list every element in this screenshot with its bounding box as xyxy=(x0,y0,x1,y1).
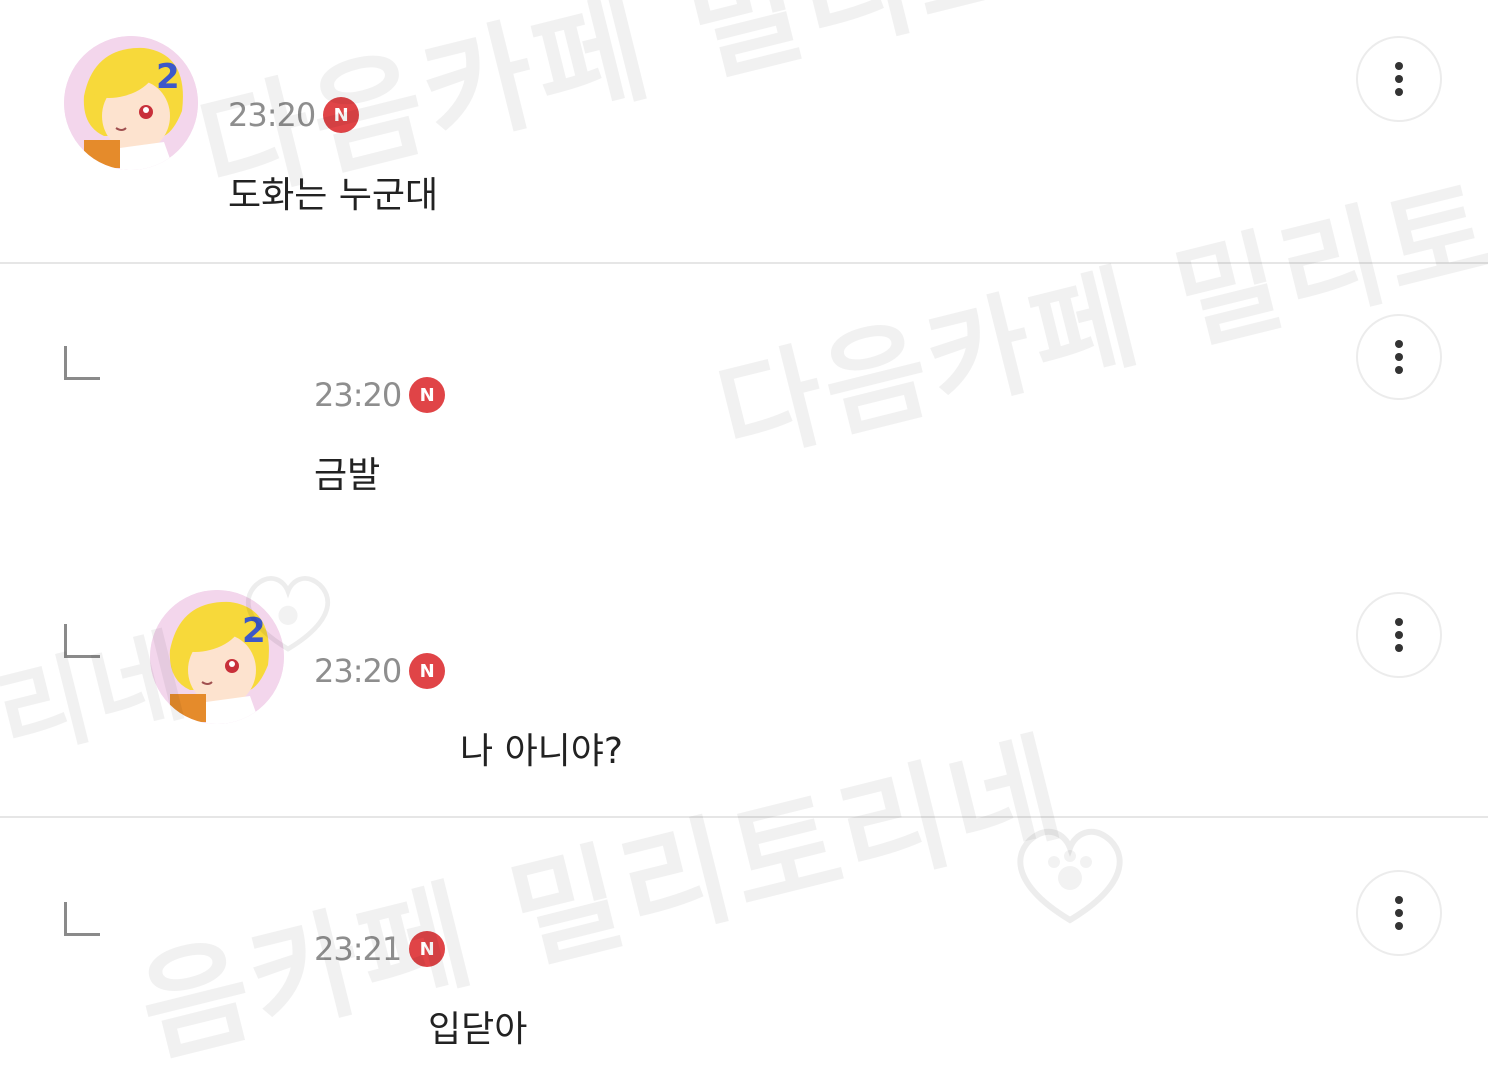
comment-time: 23:20 xyxy=(228,96,316,134)
comment-text: 나 아니야? xyxy=(460,731,624,772)
comment-meta: 23:20 N xyxy=(228,96,360,134)
new-badge-icon: N xyxy=(409,377,446,413)
more-options-button[interactable] xyxy=(1356,36,1442,122)
comment-meta: 23:20 N xyxy=(314,376,446,414)
comment-meta: 23:20 N xyxy=(314,652,446,690)
comment-time: 23:20 xyxy=(314,376,402,414)
comment-meta: 23:21 N xyxy=(314,930,446,968)
more-vertical-icon xyxy=(1395,618,1403,652)
more-vertical-icon xyxy=(1395,896,1403,930)
comment-text: 입닫아 xyxy=(428,1009,528,1050)
new-badge-icon: N xyxy=(409,931,446,967)
reply-corner-icon xyxy=(64,346,100,380)
comment-text: 금발 xyxy=(314,455,381,496)
new-badge-icon: N xyxy=(323,97,360,133)
more-vertical-icon xyxy=(1395,62,1403,96)
svg-text:2: 2 xyxy=(242,611,266,651)
svg-text:2: 2 xyxy=(156,57,180,97)
new-badge-icon: N xyxy=(409,653,446,689)
more-options-button[interactable] xyxy=(1356,314,1442,400)
reply-item: 23:21 N 입닫아 xyxy=(0,818,1488,1080)
avatar[interactable]: 2 xyxy=(64,36,198,170)
comment-time: 23:21 xyxy=(314,930,402,968)
comment-time: 23:20 xyxy=(314,652,402,690)
comment-item: 2 23:20 N 도화는 누군대 xyxy=(0,0,1488,262)
reply-item: 2 23:20 N 나 아니야? xyxy=(0,544,1488,816)
avatar[interactable]: 2 xyxy=(150,590,284,724)
reply-item: 23:20 N 금발 xyxy=(0,264,1488,544)
more-vertical-icon xyxy=(1395,340,1403,374)
reply-corner-icon xyxy=(64,902,100,936)
reply-corner-icon xyxy=(64,624,100,658)
more-options-button[interactable] xyxy=(1356,592,1442,678)
more-options-button[interactable] xyxy=(1356,870,1442,956)
comment-text: 도화는 누군대 xyxy=(228,175,439,216)
